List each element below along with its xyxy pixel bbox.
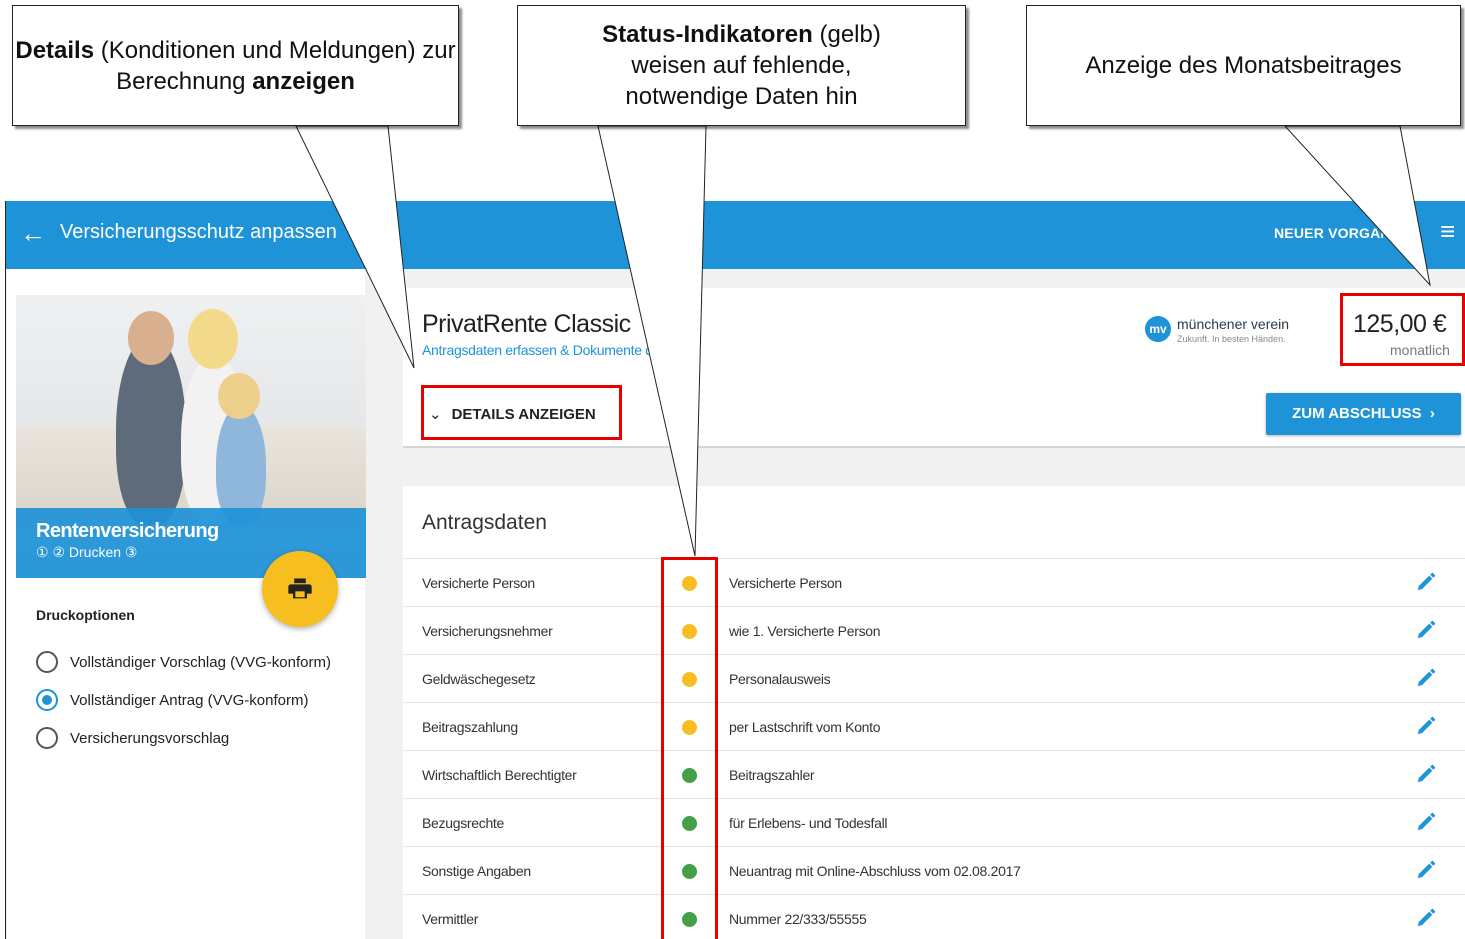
radio-button[interactable] (36, 651, 58, 673)
card-divider (403, 446, 1465, 448)
insurer-claim: Zukunft. In besten Händen. (1177, 334, 1286, 344)
person-child-head (218, 373, 260, 419)
edit-pencil-icon[interactable] (1415, 619, 1437, 641)
insurer-name: münchener verein (1177, 316, 1290, 332)
row-label: Wirtschaftlich Berechtigter (422, 767, 577, 783)
application-data-card: Antragsdaten Versicherte Person Versicher… (403, 486, 1465, 939)
row-label: Sonstige Angaben (422, 863, 531, 879)
row-value: wie 1. Versicherte Person (729, 623, 881, 639)
callout-monthly-price: Anzeige des Monatsbeitrages (1026, 5, 1461, 126)
print-option-full-proposal[interactable]: Vollständiger Vorschlag (VVG-konform) (36, 651, 331, 673)
table-row: Wirtschaftlich Berechtigter Beitragszahle… (403, 750, 1465, 798)
row-label: Versicherungsnehmer (422, 623, 553, 639)
edit-pencil-icon[interactable] (1415, 763, 1437, 785)
row-value: Nummer 22/333/55555 (729, 911, 867, 927)
print-options-title: Druckoptionen (36, 607, 135, 623)
person-child (216, 405, 266, 525)
callout-details-text: Details (Konditionen und Meldungen) zur … (15, 36, 456, 95)
person-father-head (128, 311, 174, 365)
table-row: Versicherungsnehmer wie 1. Versicherte Pe… (403, 606, 1465, 654)
print-option-insurance-proposal[interactable]: Versicherungsvorschlag (36, 727, 229, 749)
row-label: Bezugsrechte (422, 815, 505, 831)
table-row: Vermittler Nummer 22/333/55555 (403, 894, 1465, 939)
callout-details: Details (Konditionen und Meldungen) zur … (12, 5, 459, 126)
hamburger-menu-icon[interactable]: ≡ (1440, 217, 1455, 245)
radio-button[interactable] (36, 727, 58, 749)
chevron-right-icon: › (1429, 405, 1435, 422)
table-row: Sonstige Angaben Neuantrag mit Online-Abs… (403, 846, 1465, 894)
highlight-monthly-price (1340, 293, 1465, 366)
printer-icon (288, 578, 312, 599)
table-row: Versicherte Person Versicherte Person (403, 558, 1465, 606)
radio-label: Vollständiger Vorschlag (VVG-konform) (70, 653, 331, 671)
highlight-details-button (421, 385, 622, 440)
edit-pencil-icon[interactable] (1415, 907, 1437, 929)
product-name: PrivatRente Classic (422, 310, 631, 338)
insurer-logo-icon: mv (1145, 316, 1171, 342)
to-closing-button[interactable]: ZUM ABSCHLUSS › (1266, 393, 1461, 435)
table-row: Bezugsrechte für Erlebens- und Todesfall (403, 798, 1465, 846)
page-title: Versicherungsschutz anpassen (60, 221, 337, 243)
callout-price-text: Anzeige des Monatsbeitrages (1085, 52, 1402, 79)
row-value: Versicherte Person (729, 575, 842, 591)
edit-pencil-icon[interactable] (1415, 667, 1437, 689)
app-bar: ← Versicherungsschutz anpassen NEUER VOR… (6, 201, 1465, 269)
edit-pencil-icon[interactable] (1415, 859, 1437, 881)
table-row: Beitragszahlung per Lastschrift vom Konto (403, 702, 1465, 750)
row-value: Personalausweis (729, 671, 831, 687)
table-row: Geldwäschegesetz Personalausweis (403, 654, 1465, 702)
radio-label: Vollständiger Antrag (VVG-konform) (70, 691, 309, 709)
edit-pencil-icon[interactable] (1415, 571, 1437, 593)
row-value: Beitragszahler (729, 767, 815, 783)
highlight-status-indicators (661, 557, 718, 939)
callout-status-indicators: Status-Indikatoren (gelb) weisen auf feh… (517, 5, 966, 126)
row-value: für Erlebens- und Todesfall (729, 815, 888, 831)
row-value: per Lastschrift vom Konto (729, 719, 881, 735)
row-label: Versicherte Person (422, 575, 535, 591)
app-window: ← Versicherungsschutz anpassen NEUER VOR… (5, 201, 1465, 939)
hero-title: Rentenversicherung (36, 520, 219, 542)
print-button[interactable] (262, 551, 338, 627)
row-label: Beitragszahlung (422, 719, 518, 735)
sidebar: Rentenversicherung ① ② Drucken ③ Druckop… (7, 269, 366, 939)
radio-label: Versicherungsvorschlag (70, 729, 230, 747)
row-label: Vermittler (422, 911, 479, 927)
step-indicator: ① ② Drucken ③ (36, 544, 138, 560)
edit-pencil-icon[interactable] (1415, 811, 1437, 833)
to-closing-label: ZUM ABSCHLUSS (1292, 405, 1422, 422)
callout-status-text: Status-Indikatoren (gelb) weisen auf feh… (602, 21, 881, 110)
print-option-full-application[interactable]: Vollständiger Antrag (VVG-konform) (36, 689, 308, 711)
application-data-title: Antragsdaten (422, 511, 547, 534)
arrow-left-icon[interactable]: ← (20, 219, 46, 247)
edit-pencil-icon[interactable] (1415, 715, 1437, 737)
hero-image: Rentenversicherung ① ② Drucken ③ (16, 295, 366, 578)
row-label: Geldwäschegesetz (422, 671, 536, 687)
person-mother-head (188, 309, 238, 369)
row-value: Neuantrag mit Online-Abschluss vom 02.08… (729, 863, 1021, 879)
radio-button-checked[interactable] (36, 689, 58, 711)
new-process-button[interactable]: NEUER VORGANG (1274, 225, 1402, 241)
product-subtitle: Antragsdaten erfassen & Dokumente drucke… (422, 342, 693, 358)
